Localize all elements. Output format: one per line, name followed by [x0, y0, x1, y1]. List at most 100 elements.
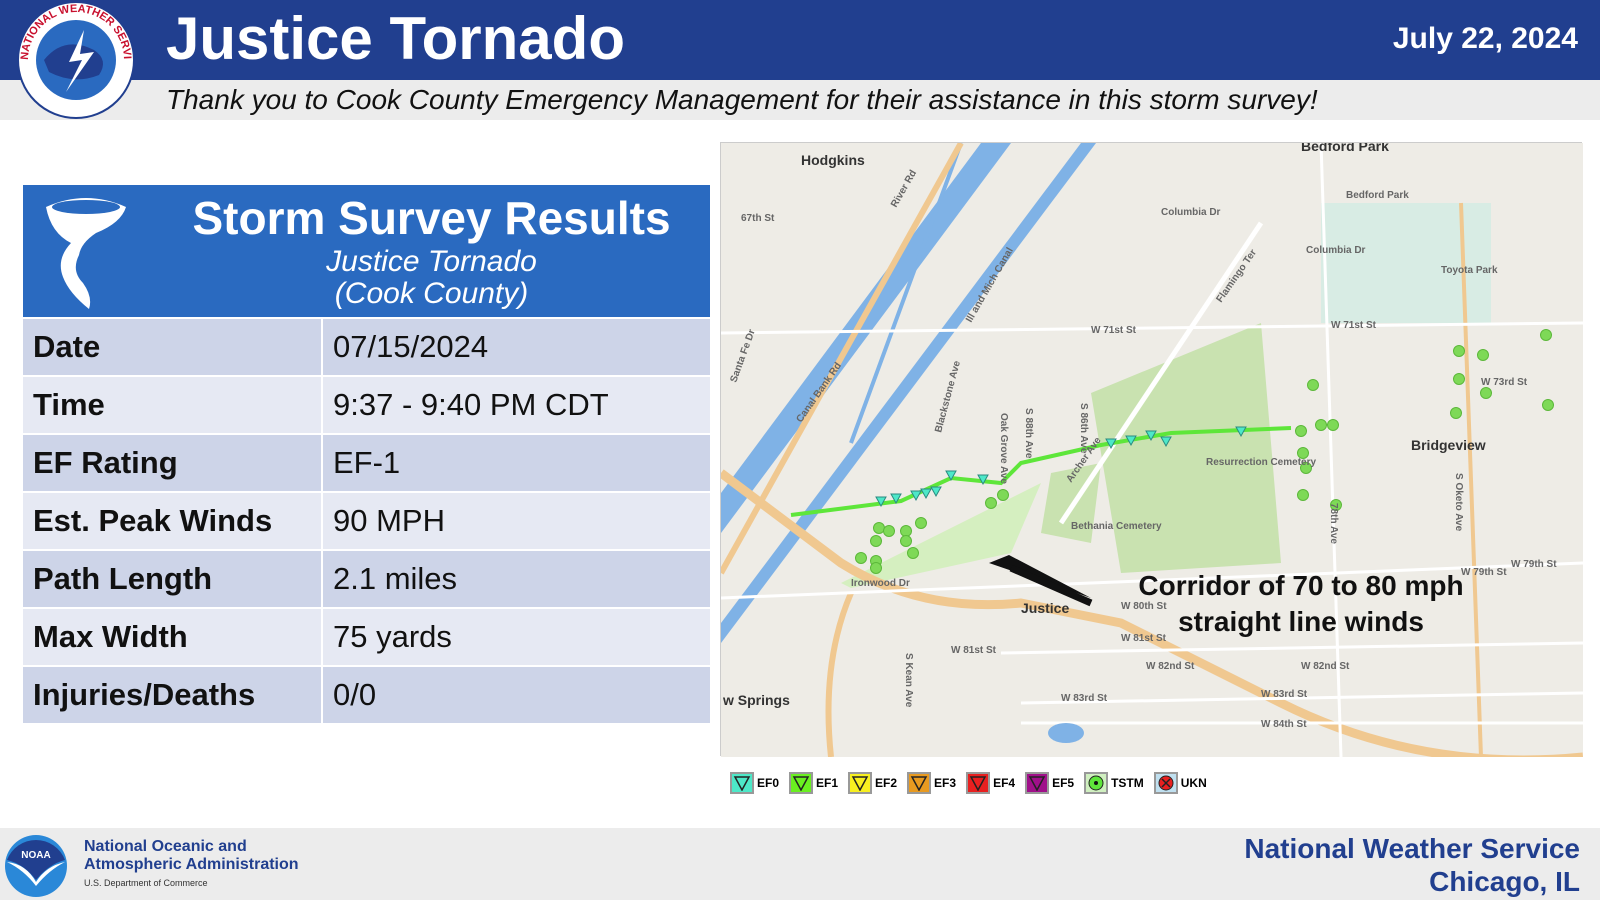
tstm-marker-icon[interactable]	[900, 525, 912, 537]
map-label: S Oketo Ave	[1453, 473, 1464, 532]
result-value: 07/15/2024	[323, 319, 710, 375]
legend-swatch-icon	[907, 772, 932, 794]
map-label: W 73rd St	[1481, 377, 1528, 388]
tstm-marker-icon[interactable]	[873, 522, 885, 534]
result-label: Injuries/Deaths	[23, 667, 323, 723]
nws-office: National Weather Service Chicago, IL	[1244, 833, 1580, 897]
result-row: Est. Peak Winds 90 MPH	[23, 491, 710, 549]
legend-swatch-icon	[789, 772, 814, 794]
map-label: W 80th St	[1121, 601, 1167, 612]
card-subtitle-county: (Cook County)	[334, 277, 529, 310]
tstm-marker-icon[interactable]	[985, 497, 997, 509]
result-label: Path Length	[23, 551, 323, 607]
map-label: Toyota Park	[1441, 265, 1498, 276]
map-label: W 82nd St	[1301, 661, 1350, 672]
legend-label: EF1	[816, 776, 839, 790]
map-label: 67th St	[741, 213, 775, 224]
map-label: W 71st St	[1331, 320, 1377, 331]
map-label: W 81st St	[1121, 633, 1167, 644]
map-label: 78th Ave	[1328, 503, 1339, 544]
result-value: 0/0	[323, 667, 710, 723]
card-header: Storm Survey Results Justice Tornado (Co…	[23, 185, 710, 317]
result-row: Path Length 2.1 miles	[23, 549, 710, 607]
legend-label: TSTM	[1111, 776, 1144, 790]
tstm-marker-icon[interactable]	[1315, 419, 1327, 431]
legend-swatch-icon	[1084, 772, 1109, 794]
map-label: Ironwood Dr	[851, 578, 910, 589]
map-label: W 83rd St	[1061, 693, 1108, 704]
legend-swatch-icon	[848, 772, 873, 794]
legend-item: EF2	[848, 772, 897, 794]
tstm-marker-icon[interactable]	[915, 517, 927, 529]
tstm-marker-icon[interactable]	[1307, 379, 1319, 391]
legend-swatch-icon	[730, 772, 754, 794]
legend-label: EF3	[934, 776, 957, 790]
tstm-marker-icon[interactable]	[1480, 387, 1492, 399]
card-subtitle-name: Justice Tornado	[326, 245, 537, 278]
result-row: Max Width 75 yards	[23, 607, 710, 665]
tstm-marker-icon[interactable]	[1542, 399, 1554, 411]
result-row: Time 9:37 - 9:40 PM CDT	[23, 375, 710, 433]
tstm-marker-icon[interactable]	[1297, 489, 1309, 501]
map-label: W 81st St	[951, 645, 997, 656]
tstm-marker-icon[interactable]	[870, 535, 882, 547]
map-label: Justice	[1021, 600, 1069, 616]
legend-swatch-icon	[966, 772, 991, 794]
legend-swatch-icon	[1153, 772, 1178, 794]
tstm-marker-icon[interactable]	[1477, 349, 1489, 361]
tstm-marker-icon[interactable]	[1327, 419, 1339, 431]
map-label: Bedford Park	[1346, 190, 1409, 201]
map-annotation-line2: straight line winds	[1178, 606, 1424, 637]
legend-item: EF0	[730, 772, 779, 794]
tstm-marker-icon[interactable]	[997, 489, 1009, 501]
tstm-marker-icon[interactable]	[1453, 345, 1465, 357]
noaa-department: U.S. Department of Commerce	[84, 878, 208, 888]
header-date: July 22, 2024	[1392, 22, 1578, 55]
legend-label: EF5	[1052, 776, 1075, 790]
noaa-logo: NOAA	[5, 835, 67, 897]
tstm-marker-icon[interactable]	[883, 525, 895, 537]
map-label: W 82nd St	[1146, 661, 1195, 672]
map-label: S Kean Ave	[903, 653, 914, 708]
map-label: W 79th St	[1461, 567, 1507, 578]
map-label: Oak Grove Ave	[998, 413, 1009, 484]
tstm-marker-icon[interactable]	[855, 552, 867, 564]
survey-results-card: Storm Survey Results Justice Tornado (Co…	[23, 185, 710, 723]
map-label: W 71st St	[1091, 325, 1137, 336]
storm-track-map[interactable]: Hodgkins Bedford Park 67th St River Rd Colum…	[718, 138, 1584, 765]
legend-item: EF1	[789, 772, 838, 794]
result-value: 9:37 - 9:40 PM CDT	[323, 377, 710, 433]
map-label: Bethania Cemetery	[1071, 521, 1162, 532]
map-annotation-line1: Corridor of 70 to 80 mph	[1138, 570, 1463, 601]
tstm-marker-icon[interactable]	[1295, 425, 1307, 437]
result-label: Est. Peak Winds	[23, 493, 323, 549]
tornado-icon	[46, 198, 126, 309]
result-row: Date 07/15/2024	[23, 317, 710, 375]
legend-item: EF3	[907, 772, 956, 794]
legend-item: EF4	[966, 772, 1015, 794]
tstm-marker-icon[interactable]	[1453, 373, 1465, 385]
card-heading: Storm Survey Results	[192, 192, 671, 244]
result-label: Date	[23, 319, 323, 375]
map-label: Resurrection Cemetery	[1206, 457, 1316, 468]
tstm-marker-icon[interactable]	[1540, 329, 1552, 341]
legend-label: EF0	[757, 776, 780, 790]
result-label: Max Width	[23, 609, 323, 665]
nws-logo: NATIONAL WEATHER SERVICE	[14, 0, 135, 119]
result-value: 90 MPH	[323, 493, 710, 549]
tstm-marker-icon[interactable]	[870, 562, 882, 574]
map-label: S 88th Ave	[1023, 408, 1034, 459]
tstm-marker-icon[interactable]	[907, 547, 919, 559]
legend-swatch-icon	[1025, 772, 1050, 794]
result-value: 75 yards	[323, 609, 710, 665]
result-row: Injuries/Deaths 0/0	[23, 665, 710, 723]
result-label: Time	[23, 377, 323, 433]
map-label: Bridgeview	[1411, 437, 1486, 453]
legend-item: UKN	[1153, 772, 1207, 794]
result-row: EF Rating EF-1	[23, 433, 710, 491]
legend-label: EF2	[875, 776, 898, 790]
thanks-message: Thank you to Cook County Emergency Manag…	[166, 84, 1318, 115]
tstm-marker-icon[interactable]	[900, 535, 912, 547]
tstm-marker-icon[interactable]	[1450, 407, 1462, 419]
map-label: Columbia Dr	[1161, 207, 1221, 218]
